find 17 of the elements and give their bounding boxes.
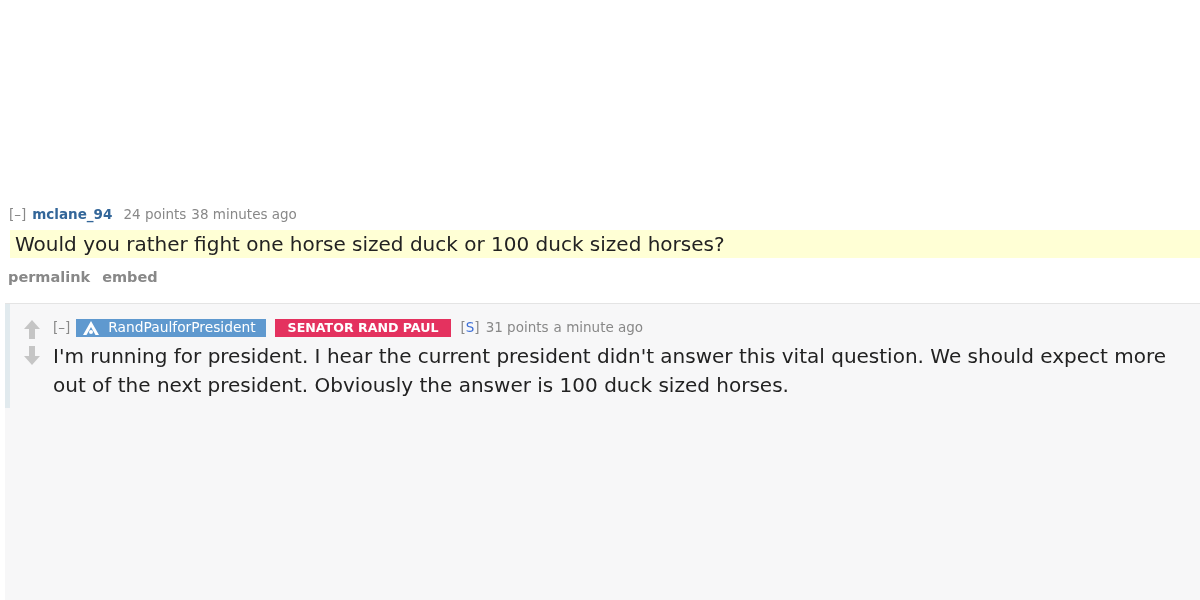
timestamp-text: 38 minutes ago [191, 205, 297, 224]
submitter-tag: [S] [460, 318, 480, 337]
score-text: 24 points [123, 205, 187, 224]
peak-logo-icon [83, 320, 100, 335]
flair-tag: SENATOR RAND PAUL [274, 318, 452, 337]
collapse-toggle[interactable]: [–] [53, 318, 71, 337]
author-link[interactable]: RandPaulforPresident [76, 318, 266, 337]
upvote-arrow-icon[interactable] [24, 320, 40, 339]
action-link[interactable]: permalink [8, 268, 91, 286]
downvote-arrow-icon[interactable] [24, 346, 40, 365]
comment-text: Would you rather fight one horse sized duck or 100 duck sized horses? [10, 230, 1200, 258]
author-link[interactable]: mclane_94 [32, 205, 113, 224]
action-link[interactable]: embed [102, 268, 158, 286]
timestamp-text: a minute ago [553, 318, 644, 337]
score-text: 31 points [485, 318, 549, 337]
comment-text: I'm running for president. I hear the current president didn't answer this vital question. We should expect more out of the next president. Obviously the answer is 100 duck sized horses. [53, 343, 1167, 399]
collapse-toggle[interactable]: [–] [9, 205, 27, 224]
